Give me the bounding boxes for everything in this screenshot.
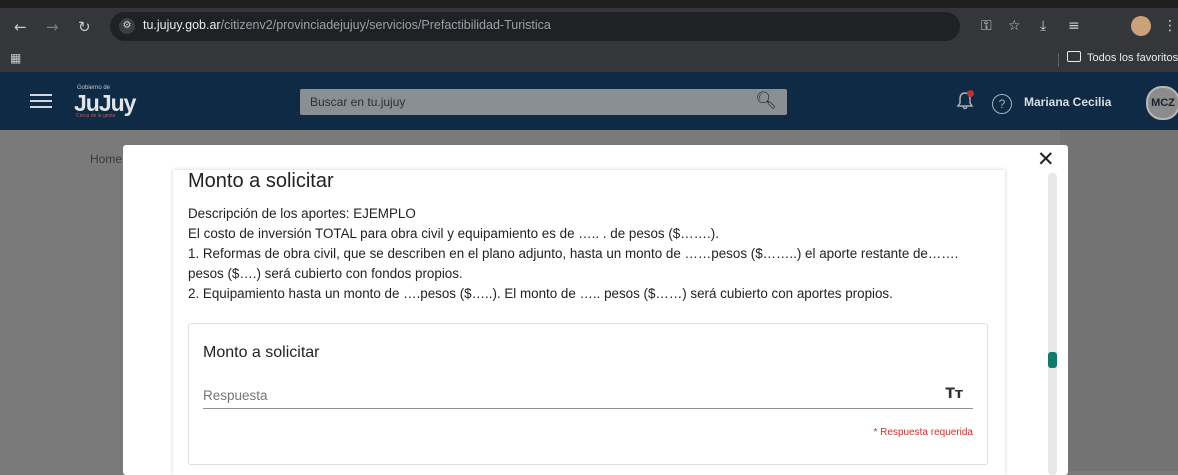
folder-icon bbox=[1067, 51, 1081, 62]
description-line: El costo de inversión TOTAL para obra ci… bbox=[188, 226, 719, 241]
browser-toolbar: ← → ↻ ⚙ tu.jujuy.gob.ar/citizenv2/provin… bbox=[0, 8, 1178, 46]
description-line: pesos ($….) será cubierto con fondos pro… bbox=[188, 266, 463, 281]
forward-icon[interactable]: → bbox=[46, 18, 59, 36]
page-right-panel bbox=[1060, 130, 1178, 471]
question-title: Monto a solicitar bbox=[203, 344, 320, 361]
search-icon[interactable]: 🔍︎ bbox=[755, 91, 777, 111]
text-format-icon: Tт bbox=[945, 386, 963, 402]
scrollbar-track[interactable] bbox=[1048, 173, 1057, 475]
answer-input[interactable] bbox=[203, 384, 923, 406]
bell-icon[interactable] bbox=[955, 90, 975, 111]
bookmarks-folder[interactable]: Todos los favoritos bbox=[1067, 51, 1178, 64]
profile-icon[interactable] bbox=[1131, 16, 1151, 36]
download-icon[interactable]: ⤓ bbox=[1040, 18, 1046, 34]
description-line: 1. Reformas de obra civil, que se descri… bbox=[188, 246, 959, 261]
apps-icon[interactable]: ▦ bbox=[10, 51, 21, 65]
menu-dots-icon[interactable]: ⋮ bbox=[1163, 18, 1177, 34]
notification-dot bbox=[967, 90, 974, 97]
password-key-icon[interactable]: ⚿ bbox=[981, 18, 992, 34]
bookmarks-folder-label: Todos los favoritos bbox=[1087, 52, 1178, 64]
modal-dialog: ✕ Monto a solicitar Descripción de los a… bbox=[123, 145, 1068, 475]
url-host: tu.jujuy.gob.ar bbox=[143, 18, 221, 32]
back-icon[interactable]: ← bbox=[14, 18, 27, 36]
address-bar[interactable]: ⚙ tu.jujuy.gob.ar/citizenv2/provinciadej… bbox=[110, 12, 960, 41]
url-text[interactable]: tu.jujuy.gob.ar/citizenv2/provinciadejuj… bbox=[143, 18, 551, 32]
logo-tagline: Cerca de la gente bbox=[76, 113, 116, 119]
site-header: Gobierno de JuJuy Cerca de la gente Busc… bbox=[0, 72, 1178, 130]
required-message: * Respuesta requerida bbox=[873, 427, 973, 438]
star-icon[interactable]: ☆ bbox=[1008, 18, 1021, 34]
avatar[interactable]: MCZ bbox=[1146, 86, 1178, 120]
url-path: /citizenv2/provinciadejujuy/servicios/Pr… bbox=[220, 18, 551, 32]
search-placeholder: Buscar en tu.jujuy bbox=[310, 95, 406, 109]
reload-icon[interactable]: ↻ bbox=[78, 18, 91, 36]
hamburger-icon[interactable] bbox=[30, 94, 52, 108]
site-search[interactable]: Buscar en tu.jujuy 🔍︎ bbox=[300, 89, 787, 115]
description-line: Descripción de los aportes: EJEMPLO bbox=[188, 206, 416, 221]
media-icon[interactable]: ≡ bbox=[1068, 18, 1080, 34]
section-title: Monto a solicitar bbox=[188, 170, 334, 192]
close-icon[interactable]: ✕ bbox=[1037, 149, 1055, 170]
bookmarks-separator bbox=[1058, 53, 1059, 67]
breadcrumb-home[interactable]: Home bbox=[90, 152, 122, 166]
question-card: Monto a solicitar Tт * Respuesta requeri… bbox=[188, 323, 988, 465]
help-icon[interactable]: ? bbox=[992, 94, 1012, 114]
browser-tab-strip bbox=[0, 0, 1178, 8]
description-line: 2. Equipamiento hasta un monto de ….peso… bbox=[188, 286, 893, 301]
answer-field[interactable]: Tт bbox=[203, 384, 973, 409]
bookmarks-bar: ▦ Todos los favoritos bbox=[0, 46, 1178, 72]
user-name[interactable]: Mariana Cecilia bbox=[1024, 95, 1111, 109]
contribution-description: Descripción de los aportes: EJEMPLO El c… bbox=[188, 204, 988, 304]
scrollbar-thumb[interactable] bbox=[1048, 352, 1057, 368]
site-settings-icon[interactable]: ⚙ bbox=[119, 18, 135, 34]
